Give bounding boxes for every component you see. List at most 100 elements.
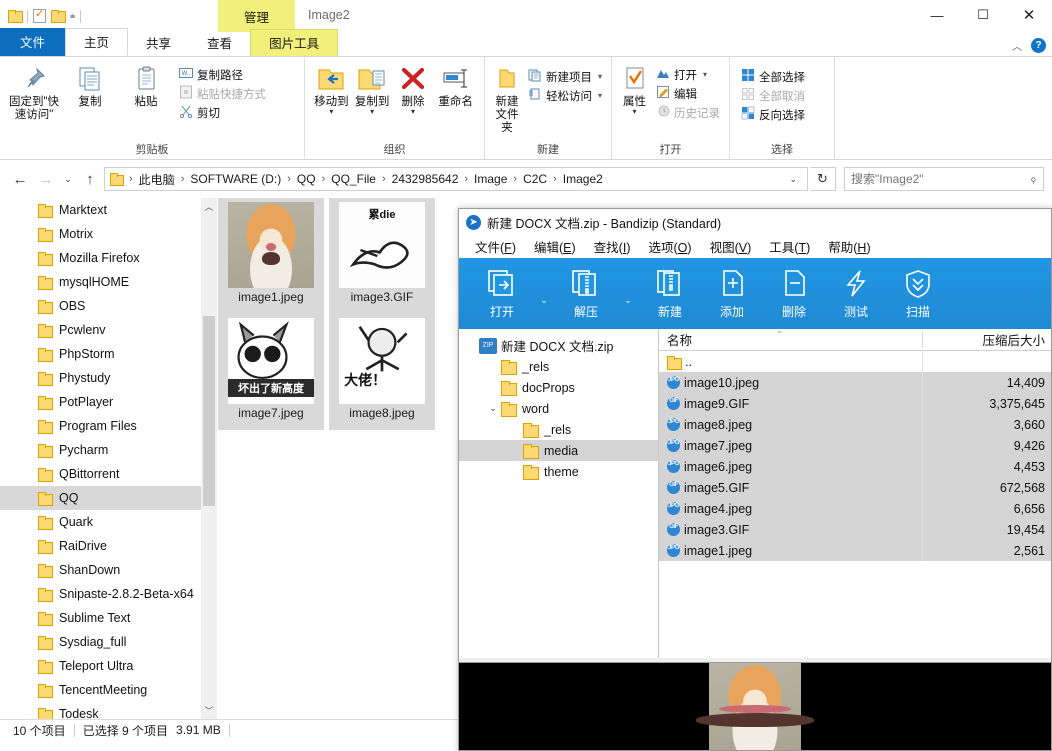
add-files-button[interactable]: 添加 bbox=[701, 268, 763, 320]
sidebar-item-program-files[interactable]: Program Files bbox=[0, 414, 217, 438]
archive-file-list[interactable]: 名称 ⌄ 压缩后大小 .. JPG image10.jpeg 14,409 GIF ima… bbox=[659, 329, 1051, 658]
extract-dropdown-icon[interactable]: ⌄ bbox=[617, 281, 639, 306]
properties-button[interactable]: 属性 ▾ bbox=[618, 61, 651, 116]
tab-picture-tools[interactable]: 图片工具 bbox=[250, 29, 339, 56]
table-row[interactable]: GIF image9.GIF 3,375,645 bbox=[659, 393, 1051, 414]
minimize-button[interactable]: — bbox=[914, 0, 960, 30]
paste-button[interactable]: 粘贴 bbox=[118, 61, 174, 109]
tree-item-_rels[interactable]: _rels bbox=[459, 356, 658, 377]
copy-to-button[interactable]: 复制到 ▾ bbox=[352, 61, 393, 116]
chevron-down-icon[interactable]: ▾ bbox=[329, 108, 333, 116]
new-folder-button[interactable]: 新建文件夹 bbox=[491, 61, 523, 135]
sidebar-item-motrix[interactable]: Motrix bbox=[0, 222, 217, 246]
cut-button[interactable]: 剪切 bbox=[176, 103, 269, 122]
sidebar-item-sysdiag-full[interactable]: Sysdiag_full bbox=[0, 630, 217, 654]
table-row[interactable]: JPG image4.jpeg 6,656 bbox=[659, 498, 1051, 519]
new-folder-icon[interactable] bbox=[51, 10, 66, 23]
properties-icon[interactable] bbox=[33, 7, 46, 23]
sidebar-item-phpstorm[interactable]: PhpStorm bbox=[0, 342, 217, 366]
chevron-down-icon[interactable]: ⌄ bbox=[783, 174, 803, 185]
breadcrumb-item-7[interactable]: Image2 bbox=[560, 171, 606, 187]
sidebar-item-teleport-ultra[interactable]: Teleport Ultra bbox=[0, 654, 217, 678]
list-item[interactable]: image1.jpeg bbox=[218, 198, 324, 314]
tab-share[interactable]: 共享 bbox=[128, 30, 189, 56]
pin-to-quick-access-button[interactable]: 固定到"快速访问" bbox=[6, 61, 62, 122]
sidebar-item-marktext[interactable]: Marktext bbox=[0, 198, 217, 222]
sidebar-item-mysqlhome[interactable]: mysqlHOME bbox=[0, 270, 217, 294]
tab-home[interactable]: 主页 bbox=[65, 28, 129, 56]
column-divider[interactable] bbox=[922, 332, 923, 348]
table-row[interactable]: JPG image7.jpeg 9,426 bbox=[659, 435, 1051, 456]
help-icon[interactable]: ? bbox=[1031, 38, 1046, 53]
table-row[interactable]: JPG image6.jpeg 4,453 bbox=[659, 456, 1051, 477]
menu-item-e[interactable]: 编辑(E) bbox=[525, 235, 585, 258]
tree-item-docprops[interactable]: docProps bbox=[459, 377, 658, 398]
tree-item-media[interactable]: media bbox=[459, 440, 658, 461]
folder-icon[interactable] bbox=[8, 10, 23, 23]
move-to-button[interactable]: 移动到 ▾ bbox=[311, 61, 352, 116]
select-all-button[interactable]: 全部选择 bbox=[738, 67, 808, 86]
select-none-button[interactable]: 全部取消 bbox=[738, 86, 808, 105]
tab-view[interactable]: 查看 bbox=[189, 30, 250, 56]
tree-item-word[interactable]: ⌄ word bbox=[459, 398, 658, 419]
remove-files-button[interactable]: 删除 bbox=[763, 268, 825, 320]
paste-shortcut-button[interactable]: 粘贴快捷方式 bbox=[176, 84, 269, 103]
new-item-button[interactable]: 新建项目 ▾ bbox=[525, 67, 605, 86]
sidebar-item-pycharm[interactable]: Pycharm bbox=[0, 438, 217, 462]
chevron-down-icon[interactable]: ▾ bbox=[703, 70, 707, 79]
sidebar-item-phystudy[interactable]: Phystudy bbox=[0, 366, 217, 390]
up-button[interactable]: ↑ bbox=[78, 167, 102, 191]
table-row[interactable]: JPG image8.jpeg 3,660 bbox=[659, 414, 1051, 435]
table-row[interactable]: .. bbox=[659, 351, 1051, 372]
forward-button[interactable]: → bbox=[34, 167, 58, 191]
copy-button[interactable]: 复制 bbox=[62, 61, 118, 109]
menu-item-f[interactable]: 文件(F) bbox=[466, 235, 525, 258]
chevron-down-icon[interactable]: ⌄ bbox=[485, 403, 501, 414]
close-button[interactable]: ✕ bbox=[1006, 0, 1052, 30]
sidebar-item-qbittorrent[interactable]: QBittorrent bbox=[0, 462, 217, 486]
tree-item--docx-zip[interactable]: ZIP 新建 DOCX 文档.zip bbox=[459, 335, 658, 356]
chevron-up-icon[interactable]: ︿ bbox=[1012, 38, 1022, 53]
table-row[interactable]: JPG image10.jpeg 14,409 bbox=[659, 372, 1051, 393]
tree-item-theme[interactable]: theme bbox=[459, 461, 658, 482]
menu-item-t[interactable]: 工具(T) bbox=[760, 235, 819, 258]
scroll-up-button[interactable]: ︿ bbox=[201, 198, 217, 215]
chevron-down-icon[interactable]: ▾ bbox=[598, 72, 602, 81]
list-item[interactable]: 大佬！ image8.jpeg bbox=[329, 314, 435, 430]
edit-button[interactable]: 编辑 bbox=[653, 84, 723, 103]
nav-scrollbar[interactable]: ︿ ﹀ bbox=[201, 198, 217, 719]
sidebar-item-qq[interactable]: QQ bbox=[0, 486, 217, 510]
breadcrumb-item-0[interactable]: 此电脑 bbox=[136, 170, 178, 189]
breadcrumb-item-3[interactable]: QQ_File bbox=[328, 171, 379, 187]
scroll-down-button[interactable]: ﹀ bbox=[201, 702, 217, 719]
tree-item-_rels[interactable]: _rels bbox=[459, 419, 658, 440]
sidebar-item-potplayer[interactable]: PotPlayer bbox=[0, 390, 217, 414]
sidebar-item-pcwlenv[interactable]: Pcwlenv bbox=[0, 318, 217, 342]
refresh-button[interactable]: ↻ bbox=[810, 167, 836, 191]
chevron-down-icon[interactable]: ▾ bbox=[370, 108, 374, 116]
breadcrumb-item-1[interactable]: SOFTWARE (D:) bbox=[187, 171, 284, 187]
sidebar-item-quark[interactable]: Quark bbox=[0, 510, 217, 534]
chevron-down-icon[interactable]: ▾ bbox=[598, 91, 602, 100]
menu-item-h[interactable]: 帮助(H) bbox=[819, 235, 879, 258]
history-button[interactable]: 历史记录 bbox=[653, 103, 723, 122]
recent-locations-button[interactable]: ⌄ bbox=[60, 167, 76, 191]
sidebar-item-snipaste-2-8-2-beta-x64[interactable]: Snipaste-2.8.2-Beta-x64 bbox=[0, 582, 217, 606]
sidebar-item-sublime-text[interactable]: Sublime Text bbox=[0, 606, 217, 630]
chevron-down-icon[interactable]: ▾ bbox=[411, 108, 415, 116]
rename-button[interactable]: 重命名 bbox=[433, 61, 478, 109]
maximize-button[interactable]: ☐ bbox=[960, 0, 1006, 30]
customize-dropdown-icon[interactable]: ⩧ bbox=[70, 11, 75, 21]
list-item[interactable]: 累die image3.GIF bbox=[329, 198, 435, 314]
sidebar-item-shandown[interactable]: ShanDown bbox=[0, 558, 217, 582]
sidebar-item-obs[interactable]: OBS bbox=[0, 294, 217, 318]
extract-button[interactable]: 解压 bbox=[555, 268, 617, 320]
column-header-size[interactable]: 压缩后大小 bbox=[941, 330, 1051, 349]
search-box[interactable]: ⌕ bbox=[844, 167, 1044, 191]
table-row[interactable]: JPG image1.jpeg 2,561 bbox=[659, 540, 1051, 561]
sidebar-item-todesk[interactable]: Todesk bbox=[0, 702, 217, 719]
copy-path-button[interactable]: W.. 复制路径 bbox=[176, 65, 269, 84]
menu-item-v[interactable]: 视图(V) bbox=[701, 235, 761, 258]
easy-access-button[interactable]: 轻松访问 ▾ bbox=[525, 86, 605, 105]
breadcrumb-item-5[interactable]: Image bbox=[471, 171, 510, 187]
